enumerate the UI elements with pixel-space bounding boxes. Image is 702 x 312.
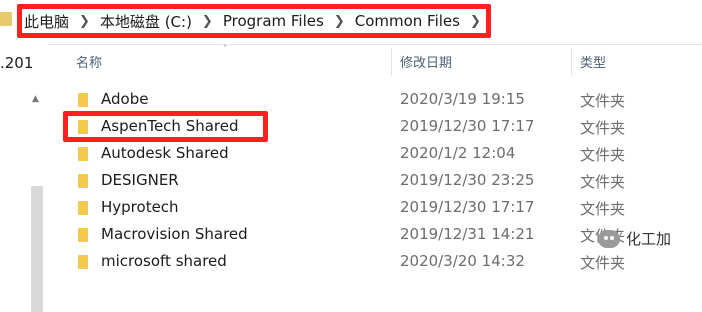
list-item[interactable]: microsoft shared 2020/3/20 14:32 文件夹 [60,248,702,275]
highlight-box-address [17,4,491,38]
item-type: 文件夹 [580,92,626,110]
item-type: 文件夹 [580,119,626,137]
navigation-pane: .201 ▲ [0,44,48,312]
item-name: Hyprotech [101,198,179,216]
item-type: 文件夹 [580,173,626,191]
scrollbar-thumb[interactable] [31,186,43,312]
list-item[interactable]: Autodesk Shared 2020/1/2 12:04 文件夹 [60,140,702,167]
folder-icon [78,201,88,215]
item-date: 2019/12/31 14:21 [400,225,535,243]
item-name: Adobe [101,90,149,108]
scroll-up-arrow-icon[interactable]: ▲ [32,94,39,104]
list-item[interactable]: DESIGNER 2019/12/30 23:25 文件夹 [60,167,702,194]
list-item[interactable]: Hyprotech 2019/12/30 17:17 文件夹 [60,194,702,221]
sort-caret-icon: ˄ [223,44,227,53]
column-divider[interactable] [571,48,572,76]
column-header-type[interactable]: 类型 [580,52,606,80]
list-item[interactable]: Adobe 2020/3/19 19:15 文件夹 [60,86,702,113]
item-type: 文件夹 [580,200,626,218]
item-date: 2019/12/30 23:25 [400,171,535,189]
item-date: 2020/3/20 14:32 [400,252,525,270]
folder-icon [78,93,88,107]
folder-icon [78,174,88,188]
column-header-name[interactable]: 名称 [76,52,102,80]
watermark-text: 化工加 [626,230,672,248]
item-date: 2020/3/19 19:15 [400,90,525,108]
item-type: 文件夹 [580,146,626,164]
item-name: Autodesk Shared [101,144,229,162]
item-name: Macrovision Shared [101,225,248,243]
column-header-date[interactable]: 修改日期 [400,52,452,80]
nav-partial-text: .201 [0,54,34,72]
item-date: 2019/12/30 17:17 [400,198,535,216]
watermark: 化工加 [598,228,671,249]
folder-icon [0,12,12,26]
item-name: DESIGNER [101,171,179,189]
item-name: microsoft shared [101,252,227,270]
column-divider[interactable] [391,48,392,76]
folder-icon [78,147,88,161]
folder-icon [78,228,88,242]
item-date: 2019/12/30 17:17 [400,117,535,135]
item-type: 文件夹 [580,254,626,272]
wechat-logo-icon [598,229,620,248]
item-date: 2020/1/2 12:04 [400,144,516,162]
folder-icon [78,255,88,269]
highlight-box-row [63,111,268,142]
address-bar[interactable]: 此电脑 ❯ 本地磁盘 (C:) ❯ Program Files ❯ Common… [0,0,702,45]
